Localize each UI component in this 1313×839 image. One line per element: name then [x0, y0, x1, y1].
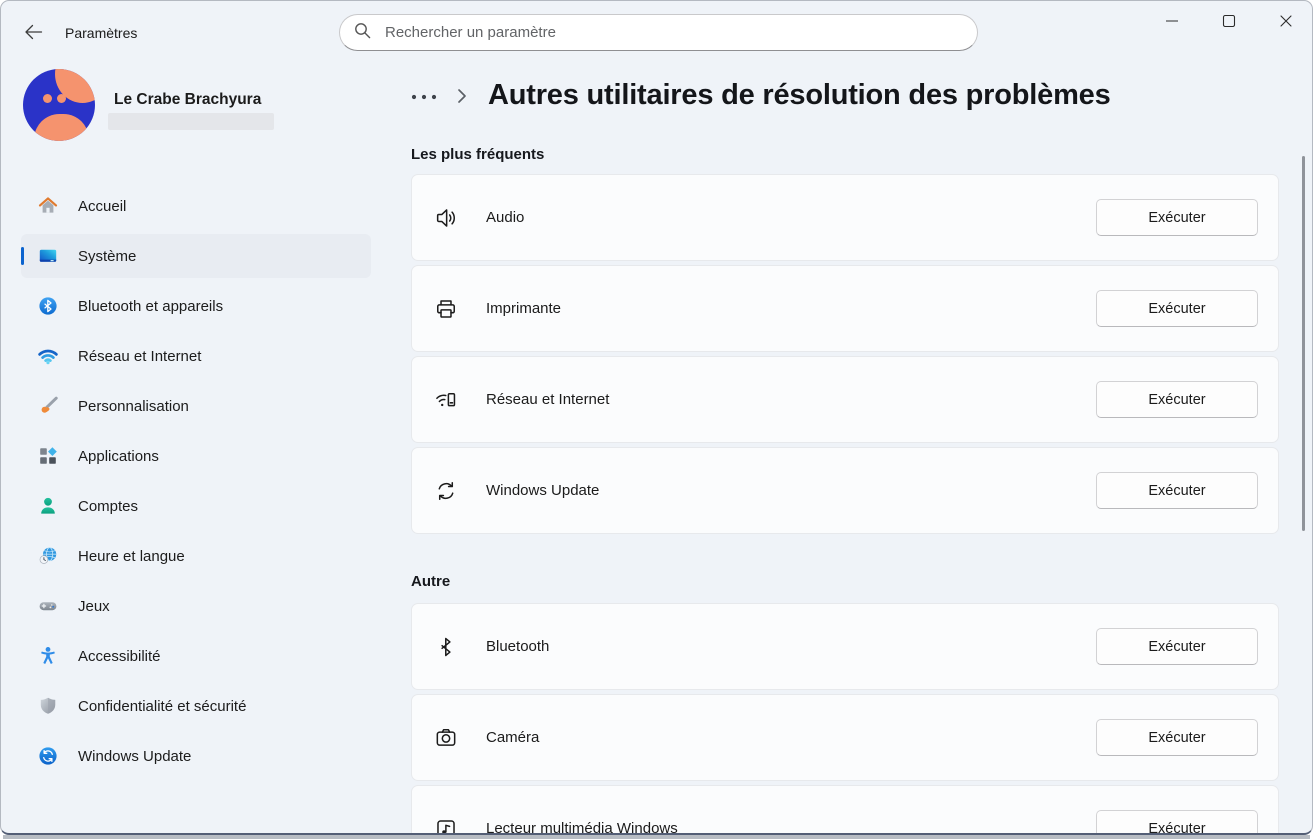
back-arrow-icon [24, 24, 43, 43]
troubleshooter-section: Autre Bluetooth Exécuter Caméra Exécuter… [411, 572, 1279, 835]
bluetooth-icon [37, 295, 59, 317]
gaming-icon [37, 595, 59, 617]
accounts-icon [37, 495, 59, 517]
personalization-icon [37, 395, 59, 417]
back-button[interactable] [15, 15, 51, 51]
run-button-audio[interactable]: Exécuter [1096, 199, 1258, 236]
close-icon [1279, 14, 1293, 31]
windows-update-icon [37, 745, 59, 767]
sections-host: Les plus fréquents Audio Exécuter Imprim… [411, 145, 1279, 835]
sync-icon [433, 478, 459, 504]
sidebar-item-accueil[interactable]: Accueil [21, 184, 371, 228]
ellipsis-icon [411, 88, 437, 103]
sidebar-item-jeux[interactable]: Jeux [21, 584, 371, 628]
troubleshooter-label: Imprimante [486, 300, 561, 317]
run-button-camera[interactable]: Exécuter [1096, 719, 1258, 756]
section-heading: Autre [411, 572, 1279, 591]
search-icon [354, 22, 371, 44]
selected-accent-bar [21, 247, 24, 265]
sidebar-item-confidentialite-et-securite[interactable]: Confidentialité et sécurité [21, 684, 371, 728]
sidebar-item-personnalisation[interactable]: Personnalisation [21, 384, 371, 428]
run-button-bluetooth[interactable]: Exécuter [1096, 628, 1258, 665]
sidebar-item-comptes[interactable]: Comptes [21, 484, 371, 528]
troubleshooter-row-imprimante: Imprimante Exécuter [411, 265, 1279, 352]
troubleshooter-label: Caméra [486, 729, 539, 746]
section-heading: Les plus fréquents [411, 145, 1279, 164]
troubleshooter-section: Les plus fréquents Audio Exécuter Imprim… [411, 145, 1279, 534]
run-button-lecteur-multimedia-windows[interactable]: Exécuter [1096, 810, 1258, 835]
troubleshooter-label: Bluetooth [486, 638, 549, 655]
run-button-windows-update[interactable]: Exécuter [1096, 472, 1258, 509]
sidebar-item-heure-et-langue[interactable]: Heure et langue [21, 534, 371, 578]
chevron-right-icon [457, 88, 467, 104]
user-name: Le Crabe Brachyura [114, 91, 261, 109]
troubleshooter-row-windows-update: Windows Update Exécuter [411, 447, 1279, 534]
bluetooth-outline-icon [433, 634, 459, 660]
home-icon [37, 195, 59, 217]
avatar [23, 69, 95, 141]
sidebar-item-systeme[interactable]: Système [21, 234, 371, 278]
window-bottom-edge [3, 835, 1310, 839]
app-title: Paramètres [65, 25, 137, 41]
breadcrumb: Autres utilitaires de résolution des pro… [411, 71, 1279, 119]
troubleshooter-label: Windows Update [486, 482, 599, 499]
troubleshooter-row-camera: Caméra Exécuter [411, 694, 1279, 781]
speaker-icon [433, 205, 459, 231]
troubleshooter-label: Réseau et Internet [486, 391, 609, 408]
time-language-icon [37, 545, 59, 567]
page-title: Autres utilitaires de résolution des pro… [488, 79, 1111, 112]
troubleshooter-row-lecteur-multimedia-windows: Lecteur multimédia Windows Exécuter [411, 785, 1279, 835]
user-info-skeleton [108, 113, 274, 130]
network-troubleshoot-icon [433, 387, 459, 413]
privacy-icon [37, 695, 59, 717]
main-content: Autres utilitaires de résolution des pro… [411, 1, 1279, 835]
printer-icon [433, 296, 459, 322]
troubleshooter-row-audio: Audio Exécuter [411, 174, 1279, 261]
run-button-imprimante[interactable]: Exécuter [1096, 290, 1258, 327]
breadcrumb-overflow-button[interactable] [411, 83, 441, 107]
sidebar-item-windows-update[interactable]: Windows Update [21, 734, 371, 778]
sidebar-item-reseau-et-internet[interactable]: Réseau et Internet [21, 334, 371, 378]
media-player-icon [433, 816, 459, 836]
troubleshooter-row-bluetooth: Bluetooth Exécuter [411, 603, 1279, 690]
sidebar-item-applications[interactable]: Applications [21, 434, 371, 478]
sidebar-nav: Accueil Système Bluetooth et appareils R… [21, 184, 371, 784]
apps-icon [37, 445, 59, 467]
sidebar-item-bluetooth-et-appareils[interactable]: Bluetooth et appareils [21, 284, 371, 328]
network-icon [37, 345, 59, 367]
camera-icon [433, 725, 459, 751]
troubleshooter-row-reseau-et-internet: Réseau et Internet Exécuter [411, 356, 1279, 443]
troubleshooter-label: Lecteur multimédia Windows [486, 820, 678, 835]
settings-window: Paramètres Le Crabe Brachyura Accueil [0, 0, 1313, 835]
run-button-reseau-et-internet[interactable]: Exécuter [1096, 381, 1258, 418]
accessibility-icon [37, 645, 59, 667]
system-icon [37, 245, 59, 267]
sidebar-item-accessibilite[interactable]: Accessibilité [21, 634, 371, 678]
scrollbar-thumb[interactable] [1302, 156, 1305, 531]
troubleshooter-label: Audio [486, 209, 524, 226]
